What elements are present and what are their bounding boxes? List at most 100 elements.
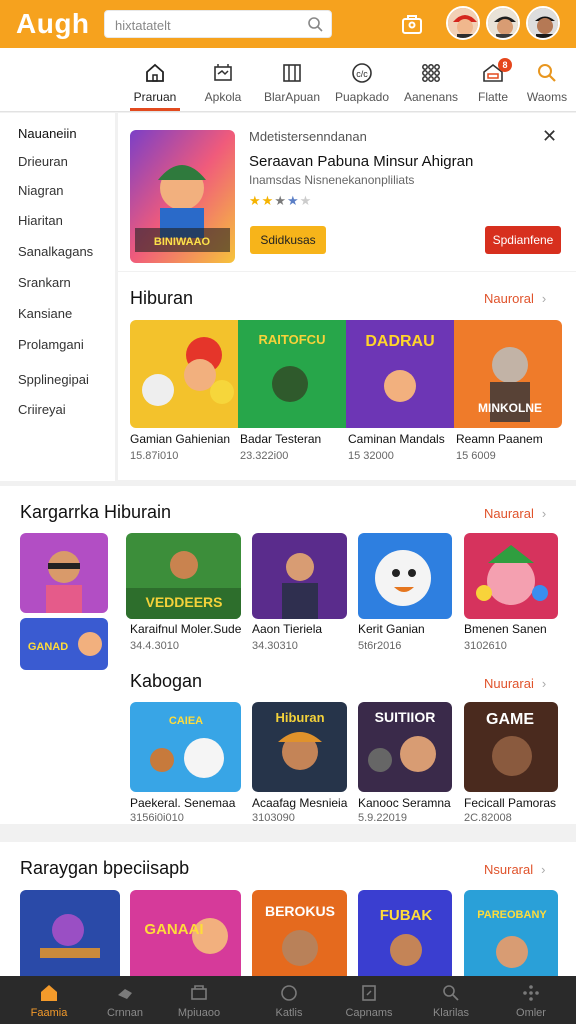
tile-art-text: BEROKUS (265, 903, 335, 919)
item-caption[interactable]: Badar Testeran (240, 432, 321, 446)
item-count: 3156i0i010 (130, 812, 184, 824)
nav-item-puapkado[interactable]: c/c Puapkado (327, 48, 397, 112)
sidebar-item[interactable]: Criireyai (18, 402, 66, 417)
chevron-right-icon: › (541, 676, 547, 691)
see-more-link[interactable]: Nsuraral › (484, 862, 545, 877)
nav-label: BlarApuan (263, 90, 321, 104)
nav-label: Praruan (133, 90, 177, 104)
tab-label: Katlis (275, 1007, 303, 1019)
sidebar-item[interactable]: Nauaneiin (18, 126, 77, 141)
tab-faamia[interactable]: Faamia (8, 976, 90, 1024)
sidebar-item[interactable]: Srankarn (18, 275, 71, 290)
tab-label: Crnnan (106, 1007, 144, 1019)
tile-art-text: FUBAK (380, 907, 433, 924)
sidebar-item[interactable]: Niagran (18, 183, 64, 198)
top-bar: Augh (0, 0, 576, 48)
star-icon: ★ (274, 193, 287, 208)
game-tile[interactable] (358, 533, 452, 619)
nav-item-praruan[interactable]: Praruan (120, 48, 190, 112)
nav-item-aanenans[interactable]: Aanenans (396, 48, 466, 112)
game-tile[interactable] (20, 890, 120, 982)
game-tile[interactable]: Hiburan (252, 702, 347, 792)
promo-title[interactable]: Seraavan Pabuna Minsur Ahigran (249, 153, 473, 170)
item-caption[interactable]: Kerit Ganian (358, 622, 425, 636)
game-tile[interactable]: VEDDEERS (126, 533, 241, 619)
home-icon (41, 985, 57, 1001)
sidebar-item[interactable]: Drieuran (18, 154, 68, 169)
avatar[interactable] (486, 6, 520, 40)
avatar[interactable] (526, 6, 560, 40)
game-tile[interactable]: GANAAI (130, 890, 241, 982)
hiburan-banner[interactable]: RAITOFCU DADRAU MINKOLNE (130, 320, 562, 428)
see-more-link[interactable]: Nauroral › (484, 291, 546, 306)
game-tile[interactable]: GAME (464, 702, 558, 792)
home-icon (146, 63, 164, 82)
game-tile[interactable]: SUITIIOR (358, 702, 452, 792)
game-tile[interactable]: PAREOBANY (464, 890, 558, 982)
tab-klarilas[interactable]: Klarilas (410, 976, 492, 1024)
game-tile[interactable]: BEROKUS (252, 890, 347, 982)
category-nav: Praruan Apkola BlarApuan c/c Puapkado Aa… (0, 48, 576, 112)
item-caption[interactable]: Karaifnul Moler.Sude (130, 622, 241, 636)
bottom-tab-bar: Faamia Crnnan Mpiuaoo Katlis Capnams Kla… (0, 976, 576, 1024)
nav-item-waoms[interactable]: Waoms (512, 48, 576, 112)
tab-crnnan[interactable]: Crnnan (84, 976, 166, 1024)
brand-logo[interactable]: Augh (16, 8, 90, 40)
tab-mpiuaoo[interactable]: Mpiuaoo (158, 976, 240, 1024)
avatar[interactable] (446, 6, 480, 40)
item-caption[interactable]: Fecicall Pamoras (464, 796, 556, 810)
game-tile[interactable] (20, 533, 108, 613)
sidebar-item[interactable]: Spplinegipai (18, 372, 89, 387)
game-tile[interactable] (252, 533, 347, 619)
item-caption[interactable]: Acaafag Mesnieia (252, 796, 347, 810)
nav-item-apkola[interactable]: Apkola (188, 48, 258, 112)
sidebar-item[interactable]: Sanalkagans (18, 244, 93, 259)
tab-capnams[interactable]: Capnams (328, 976, 410, 1024)
promo-secondary-button[interactable]: Spdianfene (485, 226, 561, 254)
item-count: 15 32000 (348, 450, 394, 462)
tab-katlis[interactable]: Katlis (248, 976, 330, 1024)
search-icon[interactable] (307, 16, 323, 32)
hiburan-section: Hiburan Nauroral › RAITOFCU DADRAU MINKOL… (118, 272, 576, 480)
sidebar-item[interactable]: Hiaritan (18, 213, 63, 228)
item-caption[interactable]: Paekeral. Senemaa (130, 796, 235, 810)
promo-primary-button[interactable]: Sdidkusas (250, 226, 326, 254)
grid-icon (422, 64, 440, 82)
game-tile[interactable]: FUBAK (358, 890, 452, 982)
item-caption[interactable]: Bmenen Sanen (464, 622, 547, 636)
sidebar-item[interactable]: Prolamgani (18, 337, 84, 352)
nav-item-blarapuan[interactable]: BlarApuan (257, 48, 327, 112)
game-tile[interactable]: CAIEA (130, 702, 241, 792)
coin-icon: c/c (352, 63, 372, 83)
circle-icon (281, 985, 297, 1001)
see-more-link[interactable]: Nuurarai › (484, 676, 546, 691)
search-input[interactable] (115, 16, 305, 34)
nav-label: Puapkado (334, 90, 390, 104)
item-caption[interactable]: Kanooc Seramna (358, 796, 451, 810)
item-caption[interactable]: Aaon Tieriela (252, 622, 322, 636)
star-icon: ★ (261, 193, 275, 208)
item-caption[interactable]: Caminan Mandals (348, 432, 445, 446)
tile-art-text: CAIEA (169, 715, 203, 727)
see-more-link[interactable]: Nauraral › (484, 506, 546, 521)
sidebar-item[interactable]: Kansiane (18, 306, 72, 321)
tile-art-text: GANAAI (144, 921, 203, 938)
banner-art-text: RAITOFCU (259, 332, 326, 347)
item-caption[interactable]: Gamian Gahienian (130, 432, 230, 446)
promo-thumbnail[interactable]: BINIWAAO (130, 130, 235, 263)
tab-omler[interactable]: Omler (490, 976, 572, 1024)
active-tab-indicator (130, 108, 180, 111)
apps-icon (214, 64, 232, 81)
section-title: Kabogan (130, 671, 203, 691)
cart-icon[interactable] (400, 12, 424, 36)
game-tile[interactable]: GANAD (20, 618, 108, 670)
item-caption[interactable]: Reamn Paanem (456, 432, 543, 446)
game-tile[interactable] (464, 533, 558, 619)
tab-label: Faamia (30, 1007, 68, 1019)
nav-label: Apkola (204, 90, 242, 104)
store-icon (191, 985, 207, 1000)
thumb-art-text: BINIWAAO (154, 236, 211, 248)
close-icon[interactable]: ✕ (542, 126, 557, 147)
star-icon: ★ (286, 193, 300, 208)
search-box[interactable] (104, 10, 332, 38)
